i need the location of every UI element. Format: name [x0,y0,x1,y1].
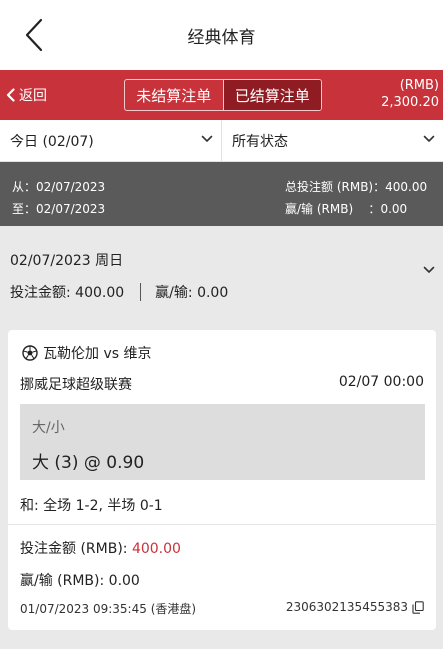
return-button[interactable]: 返回 [6,84,47,106]
balance-currency: (RMB) [399,78,439,93]
day-group-date: 02/07/2023 周日 [10,253,124,269]
return-label: 返回 [19,88,47,104]
bet-selection-box: 大/小 大 (3) @ 0.90 [20,404,425,480]
soccer-ball-icon [22,345,38,361]
day-group-totals: 投注金额: 400.00 赢/输: 0.00 [10,282,228,302]
bet-record-header: 返回 未结算注单 已结算注单 (RMB) 2,300.20 [0,70,443,120]
chevron-down-icon [423,266,435,273]
day-winloss: 赢/输: 0.00 [155,285,229,301]
chevron-down-icon [201,135,213,142]
settlement-tabs: 未结算注单 已结算注单 [124,79,322,111]
bet-card: 瓦勒伦加 vs 维京 挪威足球超级联赛 02/07 00:00 大/小 大 (3… [8,330,436,630]
match-teams: 瓦勒伦加 vs 维京 [43,346,152,362]
filter-bar: 今日 (02/07) 所有状态 [0,120,443,162]
league-name: 挪威足球超级联赛 [20,377,132,393]
total-winloss: 赢/输 (RMB) ：0.00 [285,202,408,216]
chevron-left-icon [6,88,15,102]
balance-value: 2,300.20 [381,95,439,110]
date-range-summary: 从：02/07/2023 至：02/07/2023 总投注额 (RMB)：400… [0,162,443,226]
totals: 总投注额 (RMB)：400.00 赢/输 (RMB) ：0.00 [285,176,427,220]
day-group-header[interactable]: 02/07/2023 周日 投注金额: 400.00 赢/输: 0.00 [0,226,443,314]
match-title: 瓦勒伦加 vs 维京 [22,343,151,363]
divider [140,283,142,301]
kickoff-time: 02/07 00:00 [338,374,424,390]
page-title: 经典体育 [187,27,256,48]
day-stake: 投注金额: 400.00 [10,285,125,301]
date-filter-dropdown[interactable]: 今日 (02/07) [0,120,222,162]
from-date: 从：02/07/2023 [12,180,106,194]
date-range: 从：02/07/2023 至：02/07/2023 [12,176,105,220]
stake-value: 400.00 [131,541,181,557]
to-date: 至：02/07/2023 [12,202,106,216]
tab-settled[interactable]: 已结算注单 [223,80,321,110]
bet-winloss: 赢/输 (RMB): 0.00 [20,573,140,589]
back-arrow-icon[interactable] [18,16,50,54]
date-filter-value: 今日 (02/07) [10,134,94,150]
account-balance: (RMB) 2,300.20 [381,77,439,111]
match-result: 和: 全场 1-2, 半场 0-1 [20,498,163,514]
market-type: 大/小 [32,420,65,436]
bet-selection: 大 (3) @ 0.90 [32,453,145,473]
bet-placed-time: 01/07/2023 09:35:45 (香港盘) [20,602,197,616]
card-divider [8,524,436,525]
top-navigation-bar: 经典体育 [0,0,443,70]
tab-unsettled[interactable]: 未结算注单 [125,80,223,110]
status-filter-value: 所有状态 [232,134,288,150]
copy-icon[interactable] [412,600,424,614]
ticket-id[interactable]: 2306302135455383 [286,600,424,614]
status-filter-dropdown[interactable]: 所有状态 [222,120,443,162]
chevron-down-icon [423,135,435,142]
ticket-number: 2306302135455383 [285,600,408,614]
total-stake: 总投注额 (RMB)：400.00 [285,180,428,194]
bet-stake: 投注金额 (RMB): 400.00 [20,541,181,557]
